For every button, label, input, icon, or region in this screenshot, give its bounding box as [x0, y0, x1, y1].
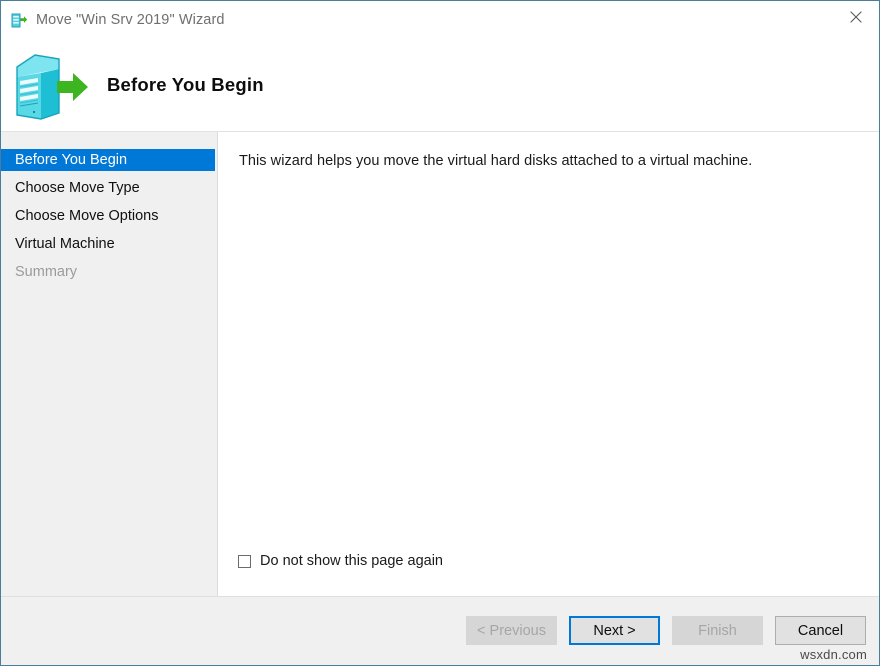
close-button[interactable]: [833, 1, 879, 32]
previous-button: < Previous: [466, 616, 557, 645]
window-title: Move "Win Srv 2019" Wizard: [36, 12, 225, 28]
wizard-body: Before You Begin Choose Move Type Choose…: [1, 132, 879, 596]
page-header: Before You Begin: [1, 39, 879, 131]
wizard-description-text: This wizard helps you move the virtual h…: [239, 153, 752, 169]
sidebar-item-choose-move-type[interactable]: Choose Move Type: [1, 177, 217, 199]
do-not-show-again-checkbox[interactable]: [238, 555, 251, 568]
cancel-button[interactable]: Cancel: [775, 616, 866, 645]
sidebar-item-choose-move-options[interactable]: Choose Move Options: [1, 205, 217, 227]
page-title: Before You Begin: [107, 74, 264, 96]
wizard-button-row: < Previous Next > Finish Cancel: [466, 616, 866, 645]
wizard-footer: < Previous Next > Finish Cancel: [1, 596, 879, 666]
close-icon: [850, 11, 862, 23]
wizard-steps-sidebar: Before You Begin Choose Move Type Choose…: [1, 132, 218, 596]
do-not-show-again-label: Do not show this page again: [260, 553, 443, 569]
sidebar-item-before-you-begin[interactable]: Before You Begin: [1, 149, 215, 171]
sidebar-item-virtual-machine[interactable]: Virtual Machine: [1, 233, 217, 255]
server-move-icon: [7, 43, 91, 127]
wizard-window: Move "Win Srv 2019" Wizard: [0, 0, 880, 666]
do-not-show-again-row[interactable]: Do not show this page again: [238, 553, 443, 569]
server-move-icon: [11, 12, 28, 29]
next-button[interactable]: Next >: [569, 616, 660, 645]
title-bar: Move "Win Srv 2019" Wizard: [1, 1, 879, 39]
sidebar-item-summary: Summary: [1, 261, 217, 283]
watermark: wsxdn.com: [800, 647, 867, 662]
finish-button: Finish: [672, 616, 763, 645]
wizard-content-pane: This wizard helps you move the virtual h…: [219, 132, 879, 596]
